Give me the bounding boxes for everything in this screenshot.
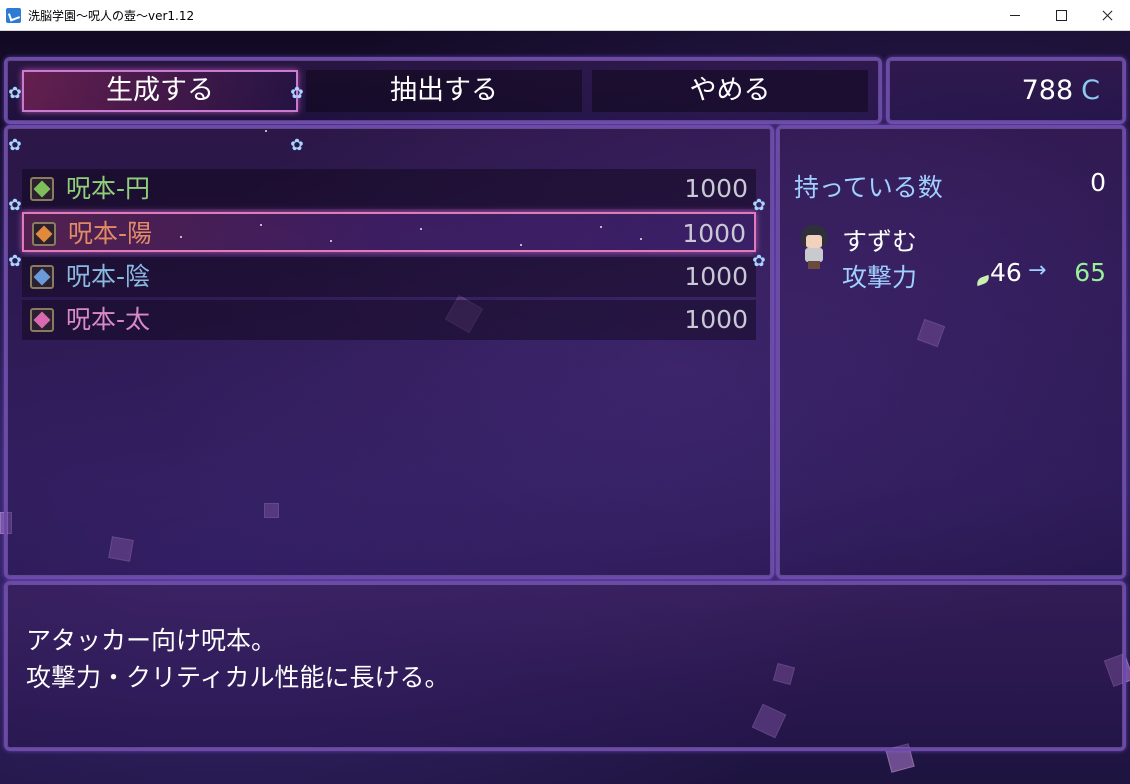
sparkle-decoration bbox=[260, 224, 262, 226]
param-name: 攻撃力 bbox=[842, 263, 918, 292]
curse-book-green-icon bbox=[30, 177, 54, 201]
list-item[interactable]: 呪本-円 1000 bbox=[22, 169, 756, 209]
maximize-button[interactable] bbox=[1038, 0, 1084, 31]
flower-ornament-icon: ✿ bbox=[8, 83, 22, 102]
sparkle-decoration bbox=[520, 244, 522, 246]
flower-ornament-icon: ✿ bbox=[8, 195, 22, 214]
item-name: 呪本-円 bbox=[66, 174, 151, 203]
item-name: 呪本-陰 bbox=[66, 262, 151, 291]
list-item[interactable]: 呪本-太 1000 bbox=[22, 300, 756, 340]
item-price: 1000 bbox=[684, 305, 748, 334]
flower-ornament-icon: ✿ bbox=[290, 83, 304, 102]
sparkle-decoration bbox=[640, 238, 642, 240]
list-item[interactable]: 呪本-陰 1000 bbox=[22, 257, 756, 297]
close-button[interactable] bbox=[1084, 0, 1130, 31]
item-name: 呪本-陽 bbox=[68, 219, 153, 248]
flower-ornament-icon: ✿ bbox=[290, 135, 304, 154]
curse-book-pink-icon bbox=[30, 308, 54, 332]
help-text: アタッカー向け呪本。 攻撃力・クリティカル性能に長ける。 bbox=[26, 622, 450, 696]
sparkle-decoration bbox=[600, 226, 602, 228]
right-arrow-icon: → bbox=[1028, 258, 1047, 283]
flower-ornament-icon: ✿ bbox=[8, 251, 22, 270]
help-line-1: アタッカー向け呪本。 bbox=[26, 626, 277, 655]
actor-sprite bbox=[798, 225, 830, 269]
flower-ornament-icon: ✿ bbox=[8, 135, 22, 154]
cancel-command-button[interactable]: やめる bbox=[592, 70, 868, 112]
sparkle-decoration bbox=[420, 228, 422, 230]
item-name: 呪本-太 bbox=[66, 305, 151, 334]
app-icon bbox=[6, 8, 21, 23]
help-line-2: 攻撃力・クリティカル性能に長ける。 bbox=[26, 663, 450, 692]
item-price: 1000 bbox=[682, 219, 746, 248]
possession-label: 持っている数 bbox=[794, 173, 943, 202]
item-price: 1000 bbox=[684, 174, 748, 203]
gold-amount: 788 bbox=[1021, 75, 1074, 106]
param-new-value: 65 bbox=[1074, 258, 1106, 287]
create-command-button[interactable]: 生成する bbox=[22, 70, 298, 112]
actor-name: すずむ bbox=[842, 227, 918, 256]
sparkle-decoration bbox=[265, 130, 267, 132]
possession-count: 0 bbox=[1090, 168, 1106, 197]
sparkle-decoration bbox=[180, 236, 182, 238]
window-titlebar[interactable]: 洗脳学園～呪人の壺～ver1.12 bbox=[0, 0, 1130, 31]
list-item-selected[interactable]: 呪本-陽 1000 bbox=[22, 212, 756, 252]
sparkle-decoration bbox=[330, 240, 332, 242]
curse-book-orange-icon bbox=[32, 222, 56, 246]
gold-display: 788 C bbox=[900, 70, 1100, 112]
item-price: 1000 bbox=[684, 262, 748, 291]
gold-unit: C bbox=[1081, 75, 1100, 106]
param-current-value: 46 bbox=[990, 258, 1022, 287]
extract-command-button[interactable]: 抽出する bbox=[306, 70, 582, 112]
minimize-button[interactable] bbox=[992, 0, 1038, 31]
flower-ornament-icon: ✿ bbox=[752, 195, 766, 214]
curse-book-blue-icon bbox=[30, 265, 54, 289]
flower-ornament-icon: ✿ bbox=[752, 251, 766, 270]
window-title: 洗脳学園～呪人の壺～ver1.12 bbox=[28, 9, 195, 23]
